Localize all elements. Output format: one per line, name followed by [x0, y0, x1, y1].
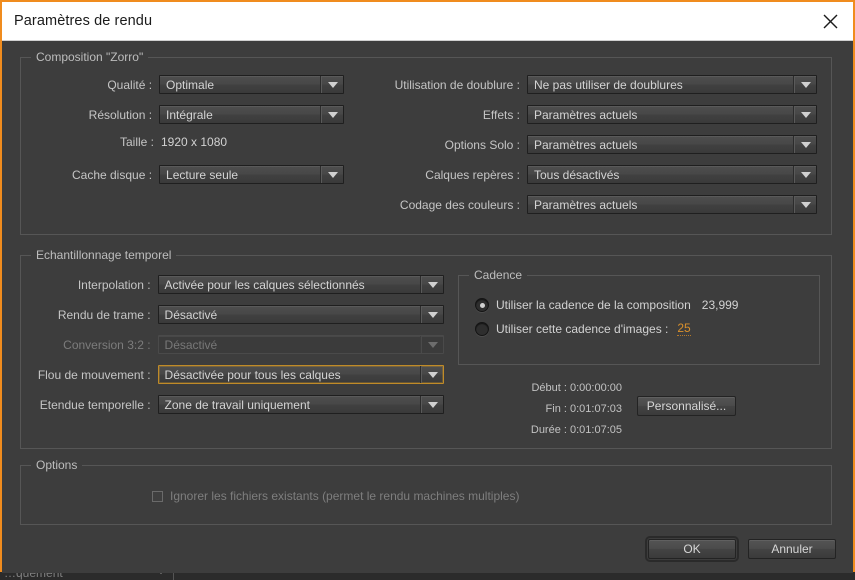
field-calques-reperes-label: Calques repères :	[372, 168, 527, 182]
cancel-button[interactable]: Annuler	[748, 539, 836, 559]
field-utilisation-doublure: Utilisation de doublure : Ne pas utilise…	[372, 75, 817, 94]
chevron-down-icon	[422, 306, 443, 323]
cache-disque-select[interactable]: Lecture seule	[159, 165, 344, 184]
custom-button[interactable]: Personnalisé...	[637, 396, 736, 416]
field-cache-disque-label: Cache disque :	[34, 168, 159, 182]
field-options-solo: Options Solo : Paramètres actuels	[372, 135, 817, 154]
codage-couleurs-select-value: Paramètres actuels	[528, 198, 793, 212]
composition-frame-rate-value: 23,999	[702, 298, 739, 312]
radio-use-this-frame-rate-label: Utiliser cette cadence d'images :	[496, 322, 668, 336]
chevron-down-icon	[795, 76, 816, 93]
options-solo-select[interactable]: Paramètres actuels	[527, 135, 817, 154]
chevron-down-icon	[422, 276, 443, 293]
field-interpolation-label: Interpolation :	[34, 278, 158, 292]
rendu-trame-select-value: Désactivé	[159, 308, 420, 322]
ignore-existing-files-checkbox-row: Ignorer les fichiers existants (permet l…	[152, 489, 519, 503]
field-etendue-temporelle-label: Etendue temporelle :	[34, 398, 158, 412]
checkbox-unchecked-icon	[152, 491, 163, 502]
resolution-select[interactable]: Intégrale	[159, 105, 344, 124]
chevron-down-icon	[422, 366, 443, 383]
chevron-down-icon	[322, 166, 343, 183]
calques-reperes-select[interactable]: Tous désactivés	[527, 165, 817, 184]
effets-select[interactable]: Paramètres actuels	[527, 105, 817, 124]
options-group-title: Options	[31, 458, 82, 472]
field-rendu-trame-label: Rendu de trame :	[34, 308, 158, 322]
qualite-select-value: Optimale	[160, 78, 320, 92]
conversion-32-select: Désactivé	[158, 335, 444, 354]
options-solo-select-value: Paramètres actuels	[528, 138, 793, 152]
effets-select-value: Paramètres actuels	[528, 108, 793, 122]
field-flou-mouvement: Flou de mouvement : Désactivée pour tous…	[34, 365, 444, 384]
cache-disque-select-value: Lecture seule	[160, 168, 320, 182]
chevron-down-icon	[795, 106, 816, 123]
calques-reperes-select-value: Tous désactivés	[528, 168, 793, 182]
field-utilisation-doublure-label: Utilisation de doublure :	[372, 78, 527, 92]
radio-indicator-unselected	[475, 322, 489, 336]
chevron-down-icon	[795, 136, 816, 153]
flou-mouvement-select-value: Désactivée pour tous les calques	[159, 368, 420, 382]
close-icon[interactable]	[807, 2, 853, 40]
chevron-down-icon	[322, 106, 343, 123]
dialog-body: Composition "Zorro" Qualité : Optimale R…	[2, 41, 853, 573]
field-qualite-label: Qualité :	[34, 78, 159, 92]
dialog-titlebar: Paramètres de rendu	[2, 2, 853, 41]
interpolation-select[interactable]: Activée pour les calques sélectionnés	[158, 275, 444, 294]
temporal-sampling-group-title: Echantillonnage temporel	[31, 248, 176, 262]
field-codage-couleurs: Codage des couleurs : Paramètres actuels	[372, 195, 817, 214]
ignore-existing-files-label: Ignorer les fichiers existants (permet l…	[170, 489, 519, 503]
qualite-select[interactable]: Optimale	[159, 75, 344, 94]
rendu-trame-select[interactable]: Désactivé	[158, 305, 444, 324]
field-flou-mouvement-label: Flou de mouvement :	[34, 368, 158, 382]
field-conversion-32-label: Conversion 3:2 :	[34, 338, 158, 352]
resolution-select-value: Intégrale	[160, 108, 320, 122]
field-options-solo-label: Options Solo :	[372, 138, 527, 152]
render-settings-dialog: Paramètres de rendu Composition "Zorro" …	[0, 0, 855, 572]
chevron-down-icon	[795, 166, 816, 183]
radio-use-composition-frame-rate[interactable]: Utiliser la cadence de la composition 23…	[475, 298, 738, 312]
interpolation-select-value: Activée pour les calques sélectionnés	[159, 278, 420, 292]
field-calques-reperes: Calques repères : Tous désactivés	[372, 165, 817, 184]
cadence-group: Cadence	[458, 275, 820, 365]
time-duration: Durée : 0:01:07:05	[492, 424, 622, 436]
flou-mouvement-select[interactable]: Désactivée pour tous les calques	[158, 365, 444, 384]
codage-couleurs-select[interactable]: Paramètres actuels	[527, 195, 817, 214]
field-conversion-32: Conversion 3:2 : Désactivé	[34, 335, 444, 354]
radio-use-composition-frame-rate-label: Utiliser la cadence de la composition	[496, 298, 691, 312]
field-effets-label: Effets :	[372, 108, 527, 122]
etendue-temporelle-select[interactable]: Zone de travail uniquement	[158, 395, 444, 414]
field-taille-label: Taille :	[34, 135, 161, 149]
chevron-down-icon	[422, 336, 443, 353]
time-start: Début : 0:00:00:00	[492, 382, 622, 394]
field-effets: Effets : Paramètres actuels	[372, 105, 817, 124]
field-taille-value: 1920 x 1080	[161, 135, 227, 149]
composition-group-title: Composition "Zorro"	[31, 50, 148, 64]
field-taille: Taille : 1920 x 1080	[34, 135, 344, 149]
radio-use-this-frame-rate[interactable]: Utiliser cette cadence d'images : 25	[475, 321, 691, 336]
utilisation-doublure-select[interactable]: Ne pas utiliser de doublures	[527, 75, 817, 94]
field-etendue-temporelle: Etendue temporelle : Zone de travail uni…	[34, 395, 444, 414]
radio-indicator-selected	[475, 298, 489, 312]
field-codage-couleurs-label: Codage des couleurs :	[372, 198, 527, 212]
ok-button[interactable]: OK	[648, 539, 736, 559]
dialog-title: Paramètres de rendu	[14, 13, 152, 29]
cadence-group-title: Cadence	[469, 268, 527, 282]
field-interpolation: Interpolation : Activée pour les calques…	[34, 275, 444, 294]
utilisation-doublure-select-value: Ne pas utiliser de doublures	[528, 78, 793, 92]
time-end: Fin : 0:01:07:03	[492, 403, 622, 415]
field-qualite: Qualité : Optimale	[34, 75, 344, 94]
field-cache-disque: Cache disque : Lecture seule	[34, 165, 344, 184]
chevron-down-icon	[422, 396, 443, 413]
chevron-down-icon	[795, 196, 816, 213]
conversion-32-select-value: Désactivé	[159, 338, 420, 352]
field-rendu-trame: Rendu de trame : Désactivé	[34, 305, 444, 324]
etendue-temporelle-select-value: Zone de travail uniquement	[159, 398, 420, 412]
field-resolution-label: Résolution :	[34, 108, 159, 122]
chevron-down-icon	[322, 76, 343, 93]
field-resolution: Résolution : Intégrale	[34, 105, 344, 124]
custom-frame-rate-input[interactable]: 25	[677, 321, 690, 336]
